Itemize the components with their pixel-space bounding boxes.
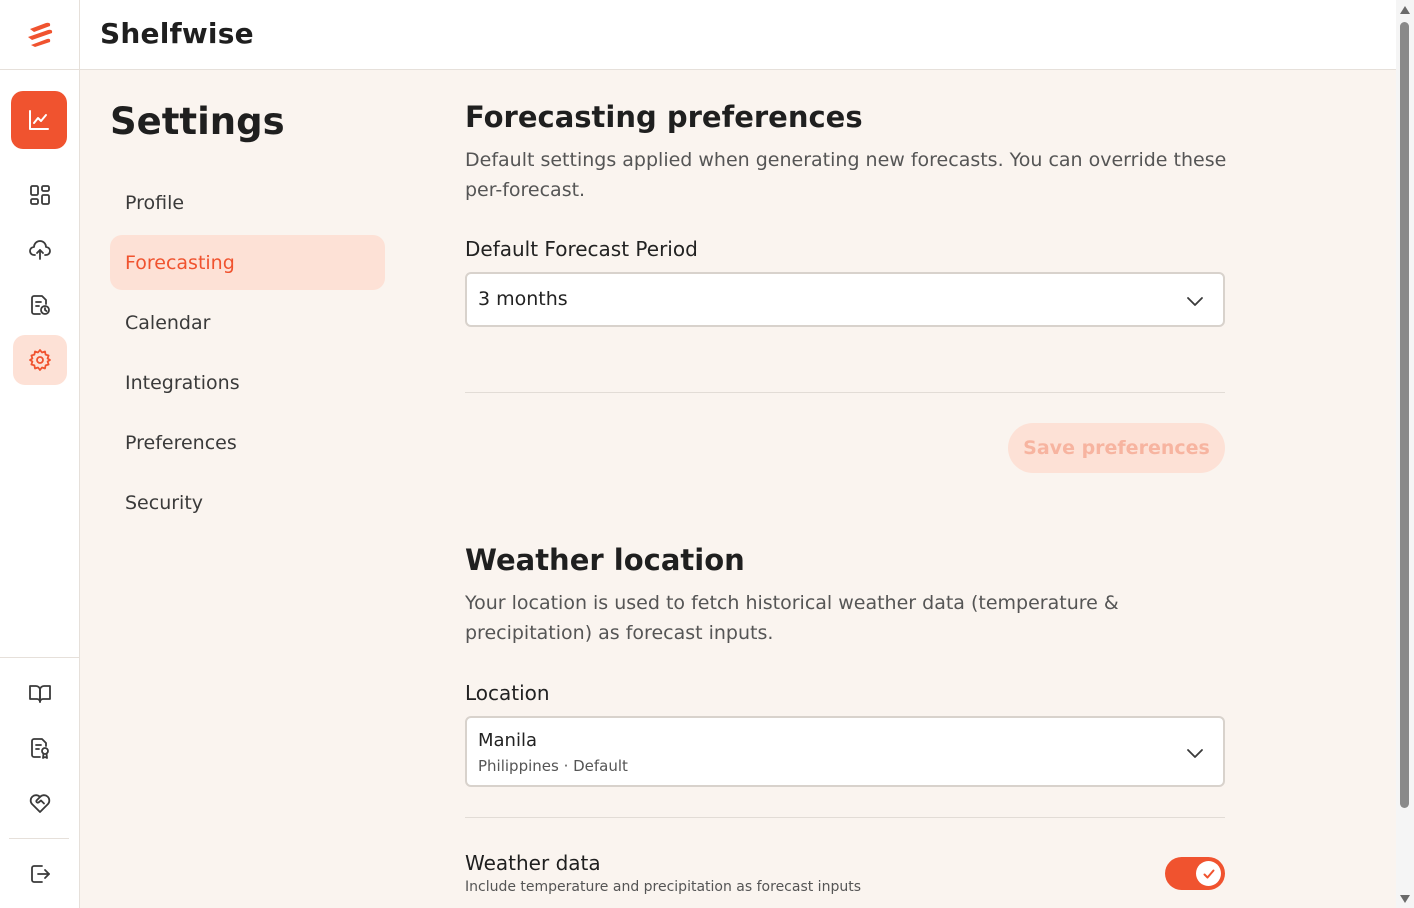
forecast-period-label: Default Forecast Period xyxy=(465,237,698,261)
rail-divider xyxy=(9,838,69,839)
location-subtext: Philippines · Default xyxy=(478,757,628,775)
logo[interactable] xyxy=(0,0,79,70)
weather-data-description: Include temperature and precipitation as… xyxy=(465,879,861,895)
rail-settings-button[interactable] xyxy=(13,335,67,385)
rail-support-button[interactable] xyxy=(12,778,68,828)
chevron-down-icon xyxy=(1187,749,1203,758)
settings-nav-integrations[interactable]: Integrations xyxy=(110,355,385,410)
forecasting-section-title: Forecasting preferences xyxy=(465,100,863,134)
settings-nav-calendar[interactable]: Calendar xyxy=(110,295,385,350)
toggle-knob xyxy=(1196,861,1221,886)
chart-icon xyxy=(29,110,49,130)
scroll-down-arrow-icon[interactable] xyxy=(1399,894,1411,904)
rail-analytics-button[interactable] xyxy=(11,91,67,149)
weather-section-title: Weather location xyxy=(465,543,745,577)
weather-section-description: Your location is used to fetch historica… xyxy=(465,592,1119,644)
rail-certificate-button[interactable] xyxy=(12,723,68,773)
settings-nav-security[interactable]: Security xyxy=(110,475,385,530)
page-scrollbar[interactable] xyxy=(1396,0,1414,908)
gear-icon xyxy=(29,349,51,371)
page-title: Settings xyxy=(110,100,285,143)
settings-nav-preferences[interactable]: Preferences xyxy=(110,415,385,470)
dashboard-icon xyxy=(30,185,50,205)
scroll-up-arrow-icon[interactable] xyxy=(1399,5,1411,15)
location-label: Location xyxy=(465,681,550,705)
check-icon xyxy=(1203,869,1214,878)
cloud-upload-icon xyxy=(29,240,51,260)
settings-nav-profile[interactable]: Profile xyxy=(110,175,385,230)
rail-logout-button[interactable] xyxy=(12,849,68,899)
location-select[interactable]: Manila Philippines · Default xyxy=(465,716,1225,787)
certificate-icon xyxy=(31,738,49,759)
rail-reports-button[interactable] xyxy=(12,280,68,330)
logout-icon xyxy=(31,865,50,883)
weather-data-toggle[interactable] xyxy=(1165,857,1225,890)
settings-nav-forecasting[interactable]: Forecasting xyxy=(110,235,385,290)
save-preferences-button[interactable]: Save preferences xyxy=(1008,423,1225,473)
top-header: Shelfwise xyxy=(80,0,1396,70)
forecast-period-value: 3 months xyxy=(478,288,568,310)
section-divider xyxy=(465,392,1225,393)
shelfwise-logo-icon xyxy=(27,22,52,47)
forecast-period-select[interactable]: 3 months xyxy=(465,272,1225,327)
report-clock-icon xyxy=(31,295,50,315)
heart-handshake-icon xyxy=(29,794,51,813)
icon-rail xyxy=(0,0,80,908)
app-title: Shelfwise xyxy=(100,17,254,50)
weather-data-title: Weather data xyxy=(465,851,601,875)
rail-dashboard-button[interactable] xyxy=(12,170,68,220)
forecasting-section-description: Default settings applied when generating… xyxy=(465,149,1227,201)
scrollbar-thumb[interactable] xyxy=(1400,22,1409,808)
book-open-icon xyxy=(29,685,51,703)
rail-divider xyxy=(0,657,79,658)
rail-docs-button[interactable] xyxy=(12,668,68,718)
location-value: Manila xyxy=(478,730,538,751)
rail-upload-button[interactable] xyxy=(12,225,68,275)
section-divider xyxy=(465,817,1225,818)
chevron-down-icon xyxy=(1187,297,1203,306)
